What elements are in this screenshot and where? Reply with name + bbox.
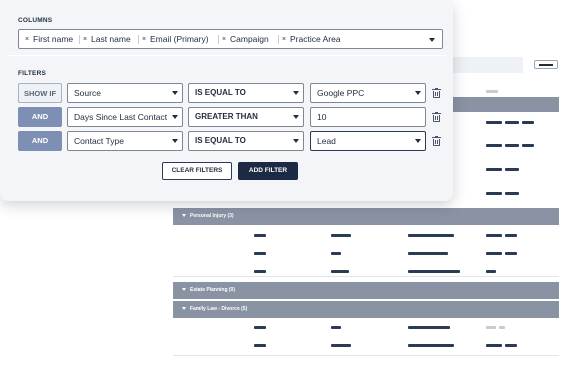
remove-chip-icon[interactable]: × [83,33,87,46]
cell-placeholder [408,252,448,255]
chip-separator [79,35,80,44]
columns-select[interactable]: × First name × Last name × Email (Primary) … [18,29,443,49]
filter-operator-select-1[interactable]: IS EQUAL TO [188,83,304,103]
cell-placeholder [505,168,519,171]
column-chip-campaign[interactable]: × Campaign [218,33,269,46]
cell-placeholder [486,192,502,195]
cell-placeholder [408,344,454,347]
add-filter-button[interactable]: ADD FILTER [238,162,298,180]
remove-chip-icon[interactable]: × [282,33,286,46]
cell-placeholder [486,168,502,171]
filter-field-select-2[interactable]: Days Since Last Contact [67,107,183,127]
cell-placeholder [486,270,496,273]
cell-placeholder [331,234,351,237]
group-header-personal-injury[interactable]: Personal Injury (3) [173,208,559,225]
chevron-down-icon [172,115,178,119]
filter-value-select-1[interactable]: Google PPC [310,83,426,103]
cell-placeholder [486,252,502,255]
cell-placeholder [499,326,505,329]
cell-placeholder [486,344,502,347]
cell-placeholder [331,252,341,255]
cell-placeholder [254,344,266,347]
cell-placeholder [331,270,349,273]
cell-placeholder [331,326,341,329]
columns-heading: COLUMNS [18,17,53,24]
cell-placeholder [505,192,519,195]
cell-placeholder [408,326,450,329]
caret-down-icon [182,307,186,311]
condition-and-button[interactable]: AND [18,107,62,127]
chip-separator [218,35,219,44]
column-chip-last-name[interactable]: × Last name [79,33,131,46]
cell-placeholder [505,144,519,147]
cell-placeholder [254,234,266,237]
section-divider [8,55,446,56]
cell-placeholder [331,344,351,347]
cell-placeholder [486,90,498,93]
chip-separator [278,35,279,44]
filter-panel: COLUMNS × First name × Last name × Email (P… [0,0,453,201]
chevron-down-icon [415,139,421,143]
delete-filter-icon[interactable] [432,136,441,146]
clear-filters-button[interactable]: CLEAR FILTERS [162,162,232,180]
cell-placeholder [505,234,517,237]
chevron-down-icon[interactable] [429,38,435,42]
column-chip-email-primary[interactable]: × Email (Primary) [138,33,209,46]
delete-filter-icon[interactable] [432,88,441,98]
column-chip-practice-area[interactable]: × Practice Area [278,33,341,46]
filter-field-select-3[interactable]: Contact Type [67,131,183,151]
cell-placeholder [254,252,266,255]
condition-and-button[interactable]: AND [18,131,62,151]
cell-placeholder [254,270,266,273]
cell-placeholder [254,326,266,329]
row-divider [173,276,559,277]
table-menu-button[interactable] [534,60,558,69]
chevron-down-icon [172,91,178,95]
cell-placeholder [505,252,517,255]
chevron-down-icon [172,139,178,143]
chevron-down-icon [415,91,421,95]
cell-placeholder [505,121,519,124]
chevron-down-icon [293,91,299,95]
chevron-down-icon [293,139,299,143]
column-chip-first-name[interactable]: × First name [25,33,73,46]
chevron-down-icon [293,115,299,119]
filter-value-input-2[interactable]: 10 [310,107,426,127]
filter-operator-select-2[interactable]: GREATER THAN [188,107,304,127]
filters-heading: FILTERS [18,70,46,77]
remove-chip-icon[interactable]: × [142,33,146,46]
cell-placeholder [408,234,454,237]
chip-separator [138,35,139,44]
condition-show-if-button[interactable]: SHOW IF [18,83,62,103]
filter-value-select-3[interactable]: Lead [310,131,426,151]
filter-operator-select-3[interactable]: IS EQUAL TO [188,131,304,151]
cell-placeholder [486,326,496,329]
group-header-family-law[interactable]: Family Law - Divorce (5) [173,301,559,318]
caret-down-icon [182,214,186,218]
remove-chip-icon[interactable]: × [222,33,226,46]
group-header-estate-planning[interactable]: Estate Planning (0) [173,282,559,299]
cell-placeholder [522,144,534,147]
cell-placeholder [486,144,502,147]
cell-placeholder [486,121,502,124]
cell-placeholder [505,344,517,347]
row-divider [173,355,559,356]
cell-placeholder [522,121,534,124]
filter-field-select-1[interactable]: Source [67,83,183,103]
cell-placeholder [486,234,502,237]
remove-chip-icon[interactable]: × [25,33,29,46]
caret-down-icon [182,288,186,292]
cell-placeholder [408,270,460,273]
delete-filter-icon[interactable] [432,112,441,122]
